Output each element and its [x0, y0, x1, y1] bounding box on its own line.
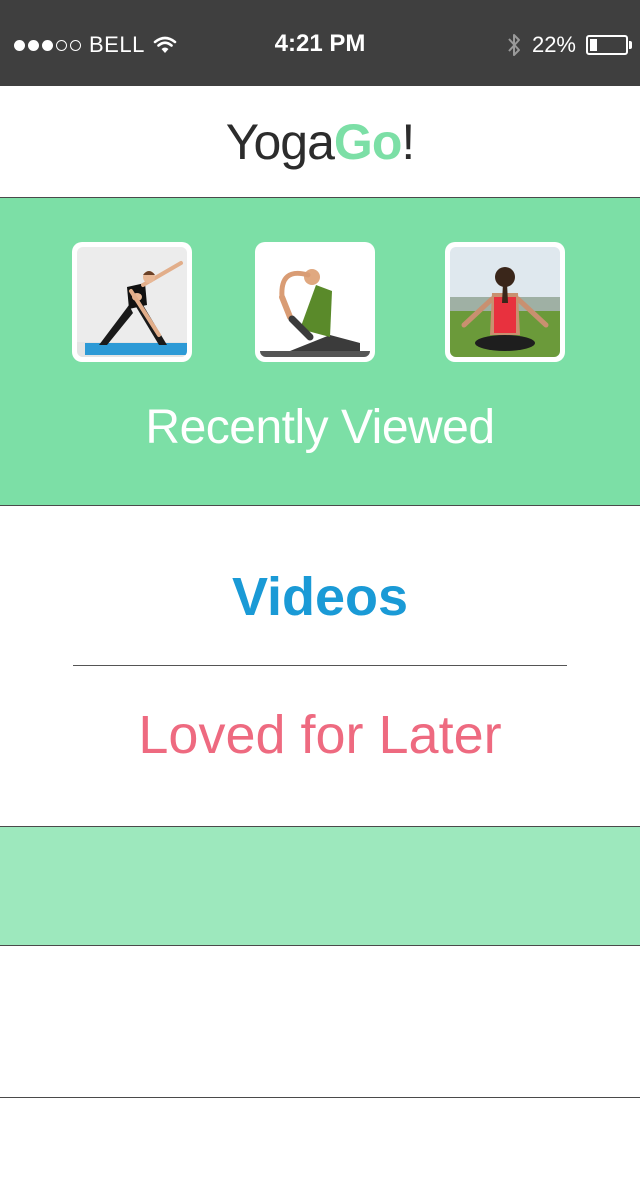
recently-viewed-section: Recently Viewed [0, 198, 640, 506]
app-title-go: Go [333, 113, 402, 170]
battery-level-fill [590, 39, 597, 51]
recent-thumbnail-1[interactable] [72, 242, 192, 362]
recently-viewed-label: Recently Viewed [145, 401, 495, 454]
battery-percentage: 22% [531, 32, 576, 57]
yoga-pigeon-pose-photo-icon [260, 247, 370, 357]
app-header: YogaGo! [0, 86, 640, 198]
bluetooth-icon [508, 34, 520, 56]
loved-for-later-link[interactable]: Loved for Later [0, 704, 640, 766]
recent-thumbnail-3[interactable] [445, 242, 565, 362]
app-title-yoga: Yoga [225, 113, 335, 170]
yoga-meditation-pose-photo-icon [450, 247, 560, 357]
app-title: YogaGo! [225, 113, 416, 171]
videos-link[interactable]: Videos [0, 566, 640, 628]
battery-icon [586, 35, 632, 55]
app-title-exclaim: ! [401, 113, 415, 170]
empty-green-band [0, 826, 640, 946]
status-right: 22% [506, 30, 632, 60]
recent-thumbnail-2[interactable] [255, 242, 375, 362]
yoga-triangle-pose-photo-icon [77, 247, 187, 357]
menu-divider [73, 665, 567, 666]
status-bar: BELL 4:21 PM 22% [0, 0, 640, 86]
bottom-divider [0, 1097, 640, 1098]
